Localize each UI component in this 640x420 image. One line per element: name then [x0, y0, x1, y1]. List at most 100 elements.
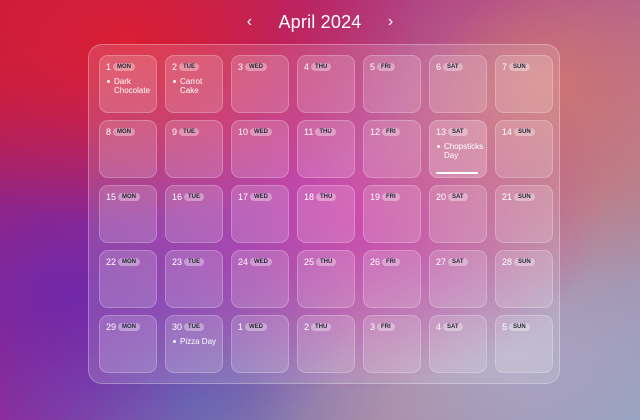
day-cell[interactable]: 21 SUN [495, 185, 553, 243]
weekday-badge: WED [245, 322, 268, 331]
day-header: 29 MON [106, 320, 152, 333]
weekday-badge: SUN [514, 192, 535, 201]
day-number: 2 [304, 321, 310, 332]
day-cell[interactable]: 3 WED [231, 55, 289, 113]
prev-month-button[interactable]: ‹ [238, 11, 260, 33]
day-cell[interactable]: 30 TUE Pizza Day [165, 315, 223, 373]
event-item[interactable]: Dark Chocolate [106, 77, 152, 95]
day-cell[interactable]: 19 FRI [363, 185, 421, 243]
day-cell[interactable]: 25 THU [297, 250, 355, 308]
weekday-badge: THU [311, 62, 332, 71]
weekday-badge: TUE [184, 322, 205, 331]
day-cell[interactable]: 17 WED [231, 185, 289, 243]
day-header: 4 SAT [436, 320, 482, 333]
day-cell[interactable]: 20 SAT [429, 185, 487, 243]
day-number: 20 [436, 191, 447, 202]
day-cell[interactable]: 2 TUE Carrot Cake [165, 55, 223, 113]
day-number: 24 [238, 256, 249, 267]
day-number: 19 [370, 191, 381, 202]
weekday-badge: FRI [377, 322, 395, 331]
day-cell[interactable]: 4 SAT [429, 315, 487, 373]
day-cell[interactable]: 28 SUN [495, 250, 553, 308]
day-number: 29 [106, 321, 117, 332]
weekday-badge: FRI [377, 62, 395, 71]
day-cell[interactable]: 5 SUN [495, 315, 553, 373]
weekday-badge: MON [118, 257, 141, 266]
selected-day-indicator [436, 172, 478, 174]
day-header: 28 SUN [502, 255, 548, 268]
day-header: 27 SAT [436, 255, 482, 268]
day-header: 3 FRI [370, 320, 416, 333]
weekday-badge: MON [113, 62, 136, 71]
weekday-badge: TUE [184, 257, 205, 266]
day-cell[interactable]: 2 THU [297, 315, 355, 373]
event-dot-icon [437, 145, 440, 148]
weekday-badge: WED [250, 192, 273, 201]
event-item[interactable]: Pizza Day [172, 337, 218, 346]
day-cell[interactable]: 26 FRI [363, 250, 421, 308]
day-number: 1 [106, 61, 112, 72]
weekday-badge: FRI [382, 257, 400, 266]
day-header: 13 SAT [436, 125, 482, 138]
weekday-badge: TUE [184, 192, 205, 201]
weekday-badge: SAT [448, 257, 468, 266]
weekday-badge: SAT [443, 62, 463, 71]
day-header: 21 SUN [502, 190, 548, 203]
day-header: 12 FRI [370, 125, 416, 138]
event-title: Pizza Day [180, 337, 217, 346]
day-header: 4 THU [304, 60, 350, 73]
day-cell[interactable]: 8 MON [99, 120, 157, 178]
day-cell[interactable]: 24 WED [231, 250, 289, 308]
day-cell[interactable]: 5 FRI [363, 55, 421, 113]
chevron-right-icon: › [387, 13, 394, 30]
weekday-badge: WED [250, 257, 273, 266]
weekday-badge: THU [316, 192, 337, 201]
day-cell[interactable]: 15 MON [99, 185, 157, 243]
day-cell[interactable]: 10 WED [231, 120, 289, 178]
day-cell[interactable]: 29 MON [99, 315, 157, 373]
weekday-badge: WED [250, 127, 273, 136]
day-cell[interactable]: 7 SUN [495, 55, 553, 113]
day-number: 22 [106, 256, 117, 267]
day-number: 13 [436, 126, 447, 137]
day-cell[interactable]: 14 SUN [495, 120, 553, 178]
weekday-badge: WED [245, 62, 268, 71]
day-cell[interactable]: 1 WED [231, 315, 289, 373]
weekday-badge: TUE [179, 62, 200, 71]
day-cell[interactable]: 16 TUE [165, 185, 223, 243]
day-cell[interactable]: 3 FRI [363, 315, 421, 373]
event-list: Pizza Day [172, 337, 218, 346]
day-cell[interactable]: 4 THU [297, 55, 355, 113]
event-item[interactable]: Carrot Cake [172, 77, 218, 95]
day-number: 4 [436, 321, 442, 332]
day-cell[interactable]: 18 THU [297, 185, 355, 243]
day-cell[interactable]: 6 SAT [429, 55, 487, 113]
day-cell[interactable]: 11 THU [297, 120, 355, 178]
weekday-badge: SAT [448, 192, 468, 201]
calendar-panel: 1 MON Dark Chocolate 2 TUE Carrot Cake 3 WED 4 TH… [88, 44, 560, 384]
day-cell[interactable]: 22 MON [99, 250, 157, 308]
day-cell[interactable]: 13 SAT Chopsticks Day [429, 120, 487, 178]
next-month-button[interactable]: › [380, 11, 402, 33]
weekday-badge: FRI [382, 127, 400, 136]
day-header: 8 MON [106, 125, 152, 138]
day-header: 5 SUN [502, 320, 548, 333]
day-cell[interactable]: 23 TUE [165, 250, 223, 308]
day-header: 11 THU [304, 125, 350, 138]
day-number: 21 [502, 191, 513, 202]
day-number: 27 [436, 256, 447, 267]
day-header: 3 WED [238, 60, 284, 73]
event-item[interactable]: Chopsticks Day [436, 142, 483, 160]
day-cell[interactable]: 12 FRI [363, 120, 421, 178]
day-header: 25 THU [304, 255, 350, 268]
day-number: 5 [370, 61, 376, 72]
event-dot-icon [173, 340, 176, 343]
day-header: 5 FRI [370, 60, 416, 73]
event-dot-icon [107, 80, 110, 83]
day-number: 16 [172, 191, 183, 202]
day-cell[interactable]: 9 TUE [165, 120, 223, 178]
day-cell[interactable]: 27 SAT [429, 250, 487, 308]
day-cell[interactable]: 1 MON Dark Chocolate [99, 55, 157, 113]
day-header: 7 SUN [502, 60, 548, 73]
day-header: 1 WED [238, 320, 284, 333]
